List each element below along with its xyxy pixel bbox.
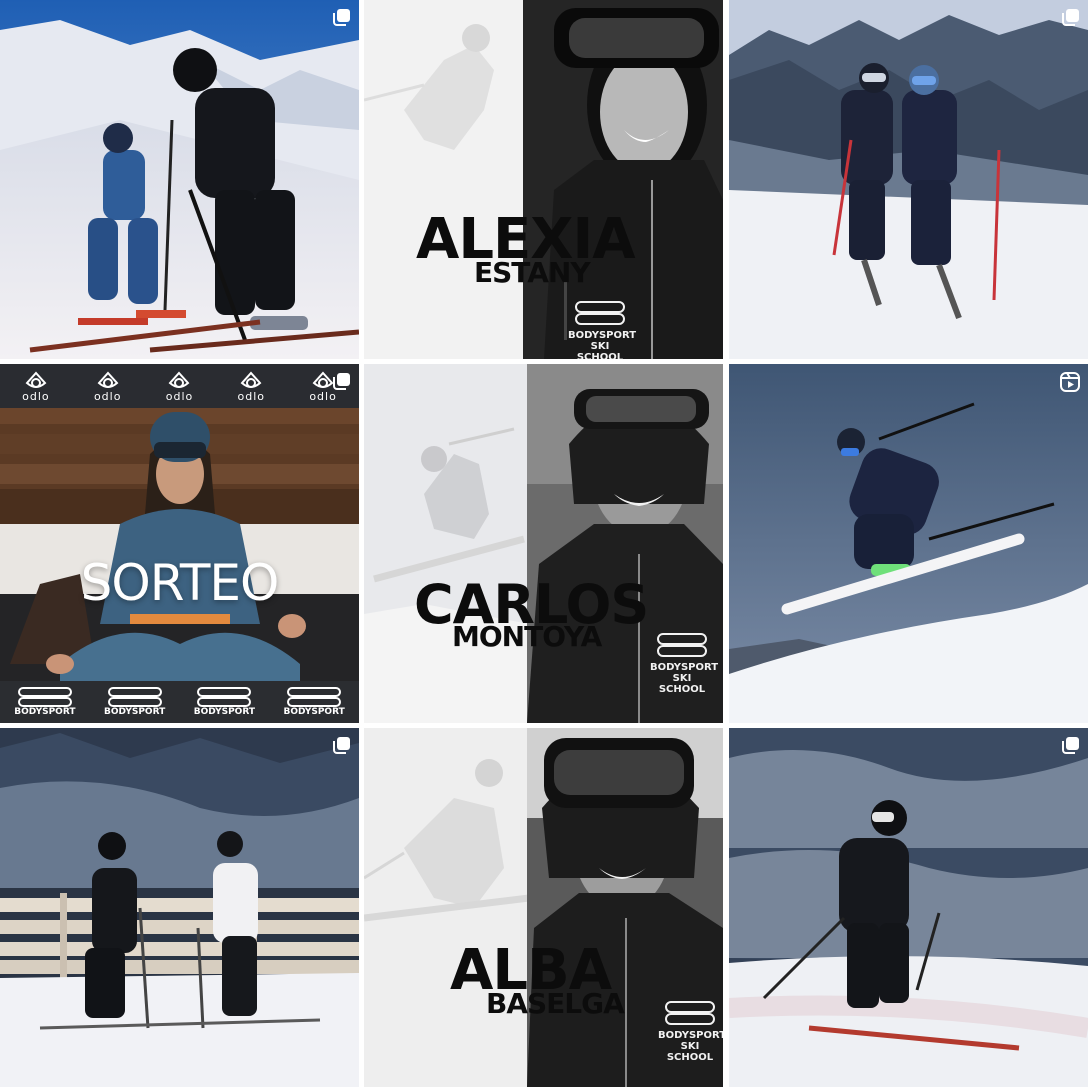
post-tile-skier-slope-forest[interactable] [729, 728, 1088, 1087]
bodysport-b-icon [287, 687, 342, 707]
post-image [729, 0, 1088, 359]
bodysport-b-icon [657, 633, 707, 657]
post-tile-two-skiers-mountain[interactable] [729, 0, 1088, 359]
odlo-mark-icon [97, 371, 119, 388]
post-tile-carlos-montoya[interactable]: CARLOS MONTOYA BODYSPORT SKI SCHOOL [364, 364, 723, 723]
post-tile-alba-baselga[interactable]: ALBA BASELGA BODYSPORT SKI SCHOOL [364, 728, 723, 1087]
odlo-logo: odlo [159, 371, 199, 402]
school-logo-line2: SKI SCHOOL [658, 673, 706, 695]
post-tile-skier-jump-reel[interactable] [729, 364, 1088, 723]
bodysport-b-icon [197, 687, 252, 707]
school-logo-line1: BODYSPORT [650, 662, 719, 673]
carousel-icon [1062, 9, 1079, 26]
post-tile-sorteo-giveaway[interactable]: odlo odlo odlo odlo odlo SORTEO BODYSPOR… [0, 364, 359, 723]
odlo-mark-icon [169, 371, 190, 388]
bodysport-ski-school-logo: BODYSPORT SKI SCHOOL [658, 1000, 723, 1063]
post-name-last: BASELGA [486, 987, 625, 1020]
post-name-last: MONTOYA [452, 620, 602, 653]
bodysport-b-icon [665, 1001, 715, 1025]
bodysport-b-icon [17, 687, 72, 707]
bodysport-logo: BODYSPORT [189, 687, 259, 717]
odlo-logo: odlo [231, 371, 271, 402]
school-logo-line2: SKI SCHOOL [576, 341, 624, 359]
school-logo-line1: BODYSPORT [658, 1030, 723, 1041]
post-name-last: ESTANY [474, 256, 591, 289]
post-image [364, 0, 723, 359]
post-image [729, 728, 1088, 1087]
odlo-mark-icon [25, 371, 47, 388]
post-image [0, 728, 359, 1087]
carousel-icon [333, 373, 350, 390]
school-logo-line1: BODYSPORT [568, 330, 637, 341]
post-tile-skiers-by-fence[interactable] [0, 728, 359, 1087]
bodysport-ski-school-logo: BODYSPORT SKI SCHOOL [568, 300, 637, 359]
reel-icon [1060, 372, 1080, 392]
bodysport-b-icon [575, 301, 625, 325]
odlo-logo: odlo [16, 371, 56, 402]
post-image [729, 364, 1088, 723]
bodysport-logo-strip: BODYSPORT BODYSPORT BODYSPORT BODYSPORT [0, 681, 359, 723]
bodysport-logo: BODYSPORT [100, 687, 170, 717]
odlo-logo: odlo [88, 371, 128, 402]
bodysport-logo: BODYSPORT [279, 687, 349, 717]
odlo-logo-strip: odlo odlo odlo odlo odlo [0, 364, 359, 408]
bodysport-logo: BODYSPORT [10, 687, 80, 717]
post-tile-alexia-estany[interactable]: ALEXIA ESTANY BODYSPORT SKI SCHOOL [364, 0, 723, 359]
carousel-icon [333, 737, 350, 754]
post-title-sorteo: SORTEO [80, 554, 280, 612]
post-tile-ski-lesson-child[interactable] [0, 0, 359, 359]
post-image [0, 0, 359, 359]
post-grid: ALEXIA ESTANY BODYSPORT SKI SCHOOL odlo … [0, 0, 1088, 1087]
post-image [0, 364, 359, 723]
bodysport-ski-school-logo: BODYSPORT SKI SCHOOL [650, 632, 719, 695]
bodysport-b-icon [107, 687, 162, 707]
odlo-mark-icon [240, 371, 262, 388]
carousel-icon [1062, 737, 1079, 754]
carousel-icon [333, 9, 350, 26]
school-logo-line2: SKI SCHOOL [666, 1041, 714, 1063]
